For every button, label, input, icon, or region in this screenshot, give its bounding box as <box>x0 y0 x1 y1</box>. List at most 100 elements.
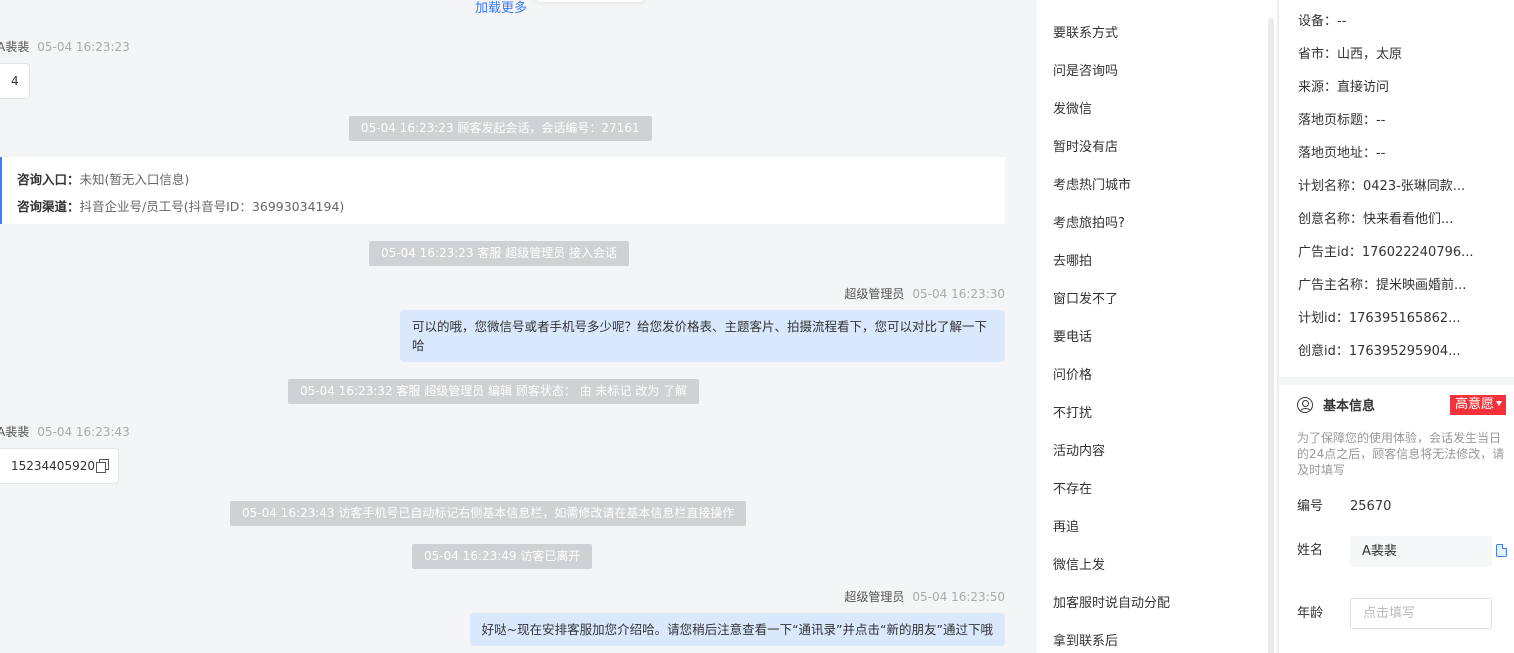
quick-reply-scrollbar[interactable] <box>1268 18 1274 653</box>
system-note: 05-04 16:23:43 访客手机号已自动标记右侧基本信息栏，如需修改请在基… <box>230 501 747 526</box>
quick-reply-item[interactable]: 拿到联系后 <box>1053 632 1118 652</box>
message-time: 05-04 16:23:30 <box>912 287 1005 301</box>
info-value: -- <box>1337 14 1347 29</box>
info-value: 176022240796... <box>1361 245 1474 260</box>
age-label: 年龄 <box>1297 606 1324 621</box>
quick-reply-item[interactable]: 再追 <box>1053 518 1079 538</box>
message-text: 4 <box>11 74 19 88</box>
load-more-link[interactable]: 加载更多 <box>475 0 527 18</box>
info-row-advertiser-name: 广告主名称：提米映画婚前... <box>1298 277 1466 295</box>
quick-reply-item[interactable]: 问价格 <box>1053 366 1092 386</box>
agent-message-bubble: 可以的哦，您微信号或者手机号多少呢？给您发价格表、主题客片、拍摄流程看下，您可以… <box>400 310 1005 362</box>
section-title: 基本信息 <box>1323 399 1376 414</box>
customer-info-panel: 设备：-- 省市：山西，太原 来源：直接访问 落地页标题：-- 落地页地址：--… <box>1279 0 1514 653</box>
agent-message-bubble: 好哒~现在安排客服加您介绍哈。请您稍后注意查看一下“通讯录”并点击“新的朋友”通… <box>469 613 1005 646</box>
quick-reply-item[interactable]: 不存在 <box>1053 480 1092 500</box>
info-label: 计划id： <box>1298 311 1349 326</box>
message-meta: 超级管理员 05-04 16:23:50 <box>844 589 1005 605</box>
system-note: 05-04 16:23:32 客服 超级管理员 编辑 顾客状态： 由 未标记 改… <box>288 379 700 404</box>
quick-reply-item[interactable]: 要联系方式 <box>1053 24 1118 44</box>
info-row-plan-id: 计划id：176395165862... <box>1298 310 1461 328</box>
entry-info-card: 咨询入口：未知(暂无入口信息) 咨询渠道：抖音企业号/员工号(抖音号ID：369… <box>0 157 1005 224</box>
info-label: 来源： <box>1298 80 1338 95</box>
quick-reply-panel: 要联系方式 问是咨询吗 发微信 暂时没有店 考虑热门城市 考虑旅拍吗? 去哪拍 … <box>1037 0 1277 653</box>
info-value: 176395295904... <box>1348 344 1461 359</box>
message-text: 15234405920 <box>11 459 95 473</box>
intent-level-label: 高意愿 <box>1455 397 1495 412</box>
edit-icon[interactable] <box>1496 544 1507 557</box>
sender-name: 超级管理员 <box>844 287 905 301</box>
copy-icon[interactable] <box>95 459 109 473</box>
visitor-message-bubble: 4 <box>0 63 30 99</box>
message-meta: 超级管理员 05-04 16:23:30 <box>844 286 1005 302</box>
info-row-landing-url: 落地页地址：-- <box>1298 145 1385 163</box>
info-row-device: 设备：-- <box>1298 13 1346 31</box>
info-row-source: 来源：直接访问 <box>1298 79 1389 97</box>
info-row-creative-name: 创意名称：快来看看他们... <box>1298 211 1453 229</box>
channel-row: 咨询渠道：抖音企业号/员工号(抖音号ID：36993034194) <box>17 193 1005 220</box>
quick-reply-item[interactable]: 问是咨询吗 <box>1053 62 1118 82</box>
quick-reply-item[interactable]: 考虑旅拍吗? <box>1053 214 1125 234</box>
sender-name: A裴裴 <box>0 40 30 54</box>
id-value: 25670 <box>1350 499 1392 514</box>
info-row-landing-title: 落地页标题：-- <box>1298 112 1385 130</box>
sender-name: A裴裴 <box>0 425 30 439</box>
info-row-plan-name: 计划名称：0423-张琳同款... <box>1298 178 1465 196</box>
quick-reply-item[interactable]: 活动内容 <box>1053 442 1105 462</box>
quick-reply-item[interactable]: 发微信 <box>1053 100 1092 120</box>
info-row-creative-id: 创意id：176395295904... <box>1298 343 1461 361</box>
chat-panel: 加载更多 A裴裴 05-04 16:23:23 4 05-04 16:23:23 … <box>0 0 1037 653</box>
info-label: 广告主名称： <box>1298 278 1377 293</box>
basic-info-header: 基本信息 <box>1297 395 1375 414</box>
channel-value: 抖音企业号/员工号(抖音号ID：36993034194) <box>79 199 345 214</box>
quick-reply-item[interactable]: 要电话 <box>1053 328 1092 348</box>
system-note: 05-04 16:23:23 客服 超级管理员 接入会话 <box>369 241 630 266</box>
quick-reply-item[interactable]: 考虑热门城市 <box>1053 176 1131 196</box>
info-value: -- <box>1376 146 1386 161</box>
quick-reply-item[interactable]: 微信上发 <box>1053 556 1105 576</box>
info-value: 山西，太原 <box>1337 47 1403 62</box>
message-time: 05-04 16:23:23 <box>37 40 130 54</box>
message-text: 好哒~现在安排客服加您介绍哈。请您稍后注意查看一下“通讯录”并点击“新的朋友”通… <box>481 622 993 637</box>
info-row-region: 省市：山西，太原 <box>1298 46 1402 64</box>
system-note: 05-04 16:23:23 顾客发起会话，会话编号：27161 <box>349 116 652 141</box>
quick-reply-item[interactable]: 暂时没有店 <box>1053 138 1118 158</box>
id-label: 编号 <box>1297 499 1324 514</box>
info-value: 快来看看他们... <box>1363 212 1454 227</box>
caret-down-icon <box>1496 401 1503 406</box>
info-label: 广告主id： <box>1298 245 1362 260</box>
message-meta: A裴裴 05-04 16:23:23 <box>0 39 130 55</box>
system-note: 05-04 16:23:49 访客已离开 <box>412 544 593 569</box>
quick-reply-item[interactable]: 加客服时说自动分配 <box>1053 594 1170 614</box>
age-input[interactable] <box>1350 598 1492 629</box>
sender-name: 超级管理员 <box>844 590 905 604</box>
quick-reply-item[interactable]: 不打扰 <box>1053 404 1092 424</box>
info-value: -- <box>1376 113 1386 128</box>
quick-reply-item[interactable]: 去哪拍 <box>1053 252 1092 272</box>
info-value: 提米映画婚前... <box>1376 278 1467 293</box>
name-label: 姓名 <box>1297 543 1324 558</box>
message-time: 05-04 16:23:43 <box>37 425 130 439</box>
visitor-message-bubble: 15234405920 <box>0 448 119 484</box>
info-label: 创意id： <box>1298 344 1349 359</box>
channel-label: 咨询渠道： <box>17 199 80 214</box>
message-meta: A裴裴 05-04 16:23:43 <box>0 424 130 440</box>
name-field[interactable]: A裴裴 <box>1350 536 1492 567</box>
info-value: 0423-张琳同款... <box>1363 179 1466 194</box>
info-value: 直接访问 <box>1337 80 1390 95</box>
message-text: 可以的哦，您微信号或者手机号多少呢？给您发价格表、主题客片、拍摄流程看下，您可以… <box>412 319 988 353</box>
entry-row: 咨询入口：未知(暂无入口信息) <box>17 166 1005 193</box>
info-value: 176395165862... <box>1348 311 1461 326</box>
intent-level-dropdown[interactable]: 高意愿 <box>1450 395 1507 415</box>
info-label: 省市： <box>1298 47 1338 62</box>
info-label: 落地页标题： <box>1298 113 1377 128</box>
section-divider <box>1279 377 1514 385</box>
entry-value: 未知(暂无入口信息) <box>79 172 190 187</box>
info-row-advertiser-id: 广告主id：176022240796... <box>1298 244 1474 262</box>
edit-deadline-hint: 为了保障您的使用体验，会话发生当日的24点之后，顾客信息将无法修改，请及时填写 <box>1297 431 1505 477</box>
info-label: 落地页地址： <box>1298 146 1377 161</box>
quick-reply-item[interactable]: 窗口发不了 <box>1053 290 1118 310</box>
entry-label: 咨询入口： <box>17 172 80 187</box>
message-time: 05-04 16:23:50 <box>912 590 1005 604</box>
info-label: 创意名称： <box>1298 212 1364 227</box>
